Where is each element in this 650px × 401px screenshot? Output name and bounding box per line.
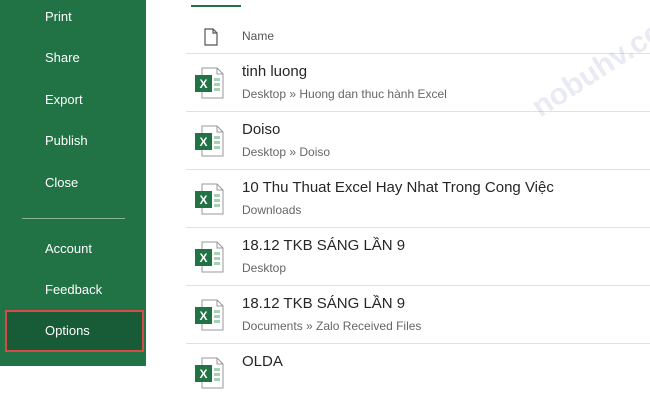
file-path: Documents » Zalo Received Files [242,319,422,333]
active-tab-underline [191,5,241,7]
nav-options[interactable]: Options [5,310,144,352]
file-path: Desktop [242,261,287,275]
file-row[interactable]: X OLDA [186,344,650,401]
nav-export[interactable]: Export [0,80,146,120]
nav-feedback[interactable]: Feedback [0,270,146,310]
excel-file-icon: X [195,125,224,157]
svg-text:X: X [199,251,207,265]
document-icon [204,28,218,46]
svg-text:X: X [199,309,207,323]
nav-share[interactable]: Share [0,38,146,78]
file-list-header: Name [186,22,650,54]
svg-text:X: X [199,367,207,381]
nav-account[interactable]: Account [0,229,146,269]
nav-publish[interactable]: Publish [0,121,146,161]
excel-file-icon: X [195,67,224,99]
file-row[interactable]: X tinh luong Desktop » Huong dan thuc hà… [186,54,650,112]
file-name: Doiso [242,121,281,138]
excel-file-icon: X [195,183,224,215]
excel-file-icon: X [195,357,224,389]
svg-text:X: X [199,77,207,91]
file-name: 18.12 TKB SÁNG LẦN 9 [242,295,406,312]
svg-text:X: X [199,193,207,207]
file-name: 18.12 TKB SÁNG LẦN 9 [242,237,406,254]
file-path: Downloads [242,203,302,217]
file-path: Desktop » Doiso [242,145,331,159]
excel-file-icon: X [195,241,224,273]
recent-files-panel: Name X tinh luong Desktop » Huong dan th… [146,0,650,389]
file-row[interactable]: X 18.12 TKB SÁNG LẦN 9 Desktop [186,228,650,286]
file-row[interactable]: X 18.12 TKB SÁNG LẦN 9 Documents » Zalo … [186,286,650,344]
backstage-sidebar: Print Share Export Publish Close Account… [0,0,146,366]
nav-print[interactable]: Print [0,0,146,37]
file-row[interactable]: X 10 Thu Thuat Excel Hay Nhat Trong Cong… [186,170,650,228]
name-column-header[interactable]: Name [242,29,274,43]
file-path: Desktop » Huong dan thuc hành Excel [242,87,447,101]
excel-file-icon: X [195,299,224,331]
file-row[interactable]: X Doiso Desktop » Doiso [186,112,650,170]
file-name: tinh luong [242,63,308,80]
svg-text:X: X [199,135,207,149]
sidebar-divider [22,218,125,219]
file-name: OLDA [242,353,283,370]
file-name: 10 Thu Thuat Excel Hay Nhat Trong Cong V… [242,179,554,196]
nav-close[interactable]: Close [0,163,146,203]
